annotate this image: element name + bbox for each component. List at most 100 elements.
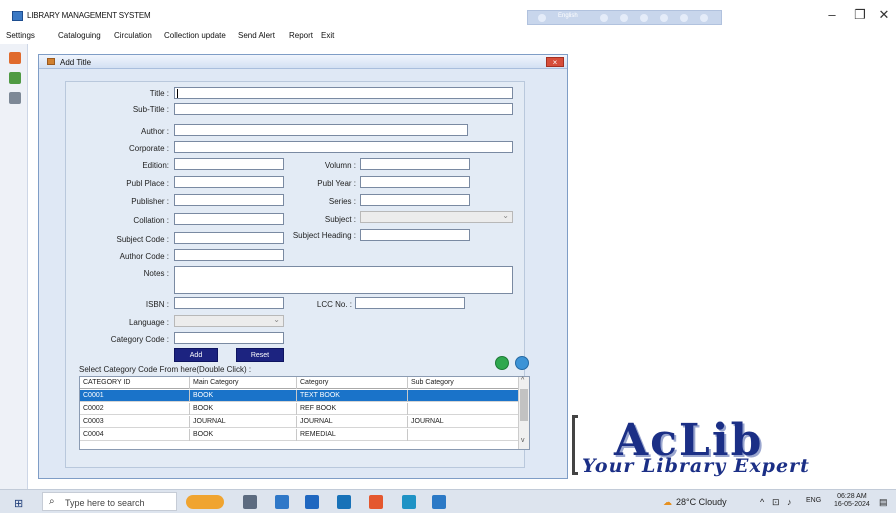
grid-caption: Select Category Code From here(Double Cl… — [79, 365, 252, 374]
language-select[interactable]: ⌄ — [174, 315, 284, 327]
category-grid[interactable]: CATEGORY ID Main Category Category Sub C… — [79, 376, 530, 450]
ime-icon — [660, 14, 668, 22]
add-category-icon[interactable] — [495, 356, 509, 370]
widgets-icon[interactable] — [186, 495, 224, 509]
store-icon[interactable] — [305, 495, 319, 509]
aclib-logo: AcLib Your Library Expert — [572, 415, 896, 489]
volumn-label: Volumn : — [324, 161, 356, 170]
language-bar[interactable]: English — [527, 10, 722, 25]
category-code-input[interactable] — [174, 332, 284, 344]
subtitle-label: Sub-Title : — [132, 105, 169, 114]
language-bar-label: English — [558, 13, 578, 19]
trash-tool-icon[interactable] — [9, 92, 21, 104]
notifications-icon[interactable]: ▤ — [879, 497, 888, 508]
scroll-thumb[interactable] — [520, 389, 528, 421]
library-app-icon[interactable] — [432, 495, 446, 509]
browser-icon[interactable] — [402, 495, 416, 509]
close-button[interactable]: ✕ — [870, 4, 896, 26]
publ-year-input[interactable] — [360, 176, 470, 188]
catalog-tool-icon[interactable] — [9, 52, 21, 64]
menu-send-alert[interactable]: Send Alert — [238, 31, 275, 40]
weather-text[interactable]: 28°C Cloudy — [676, 497, 727, 507]
minimize-button[interactable]: – — [818, 4, 846, 26]
isbn-label: ISBN : — [145, 300, 169, 309]
grid-cell — [408, 429, 519, 441]
subject-heading-label: Subject Heading : — [292, 231, 356, 240]
menu-report[interactable]: Report — [289, 31, 313, 40]
author-code-input[interactable] — [174, 249, 284, 261]
grid-cell: C0003 — [80, 416, 190, 428]
scroll-down-icon[interactable]: v — [521, 437, 525, 444]
grid-column-header[interactable]: CATEGORY ID — [80, 377, 190, 389]
grid-column-header[interactable]: Category — [297, 377, 408, 389]
windows-start-icon[interactable]: ⊞ — [14, 497, 23, 510]
grid-cell: C0001 — [80, 390, 190, 402]
language-icon — [538, 14, 546, 22]
grid-cell: BOOK — [190, 429, 297, 441]
grid-cell — [408, 403, 519, 415]
grid-header: CATEGORY ID Main Category Category Sub C… — [80, 377, 519, 389]
tray-overflow-icon[interactable]: ^ — [760, 497, 764, 507]
publisher-input[interactable] — [174, 194, 284, 206]
grid-scrollbar[interactable]: ^ v — [518, 377, 529, 449]
grid-cell: REF BOOK — [297, 403, 408, 415]
grid-column-header[interactable]: Main Category — [190, 377, 297, 389]
volumn-input[interactable] — [360, 158, 470, 170]
taskbar-search[interactable]: ⌕ Type here to search — [42, 492, 177, 511]
system-clock[interactable]: 06:28 AM 16-05-2024 — [834, 493, 870, 509]
volume-icon[interactable]: ♪ — [787, 497, 792, 507]
menu-collection-update[interactable]: Collection update — [164, 31, 226, 40]
corporate-input[interactable] — [174, 141, 513, 153]
app-icon-1[interactable] — [369, 495, 383, 509]
input-language[interactable]: ENG — [806, 497, 821, 504]
table-row[interactable]: C0002 BOOK REF BOOK — [80, 403, 519, 415]
task-view-icon[interactable] — [243, 495, 257, 509]
series-input[interactable] — [360, 194, 470, 206]
lcc-no-input[interactable] — [355, 297, 465, 309]
chevron-down-icon: ⌄ — [502, 211, 509, 220]
category-code-label: Category Code : — [110, 335, 169, 344]
file-explorer-icon[interactable] — [275, 495, 289, 509]
publ-place-input[interactable] — [174, 176, 284, 188]
language-label: Language : — [128, 318, 169, 327]
add-button[interactable]: Add — [174, 348, 218, 362]
network-icon[interactable]: ⊡ — [772, 497, 780, 508]
menu-cataloguing[interactable]: Cataloguing — [58, 31, 101, 40]
menu-settings[interactable]: Settings — [6, 31, 35, 40]
search-icon: ⌕ — [49, 496, 55, 507]
logo-bracket — [572, 415, 578, 475]
dialog-icon — [47, 58, 55, 65]
dialog-close-button[interactable]: × — [546, 57, 564, 67]
subject-heading-input[interactable] — [360, 229, 470, 241]
author-input[interactable] — [174, 124, 468, 136]
scroll-up-icon[interactable]: ^ — [521, 377, 524, 384]
collation-input[interactable] — [174, 213, 284, 225]
settings-icon — [640, 14, 648, 22]
text-caret — [177, 89, 178, 98]
mail-icon[interactable] — [337, 495, 351, 509]
menu-circulation[interactable]: Circulation — [114, 31, 152, 40]
subject-select[interactable]: ⌄ — [360, 211, 513, 223]
edition-label: Edition: — [142, 161, 169, 170]
pen-icon — [620, 14, 628, 22]
publ-place-label: Publ Place : — [126, 179, 169, 188]
subtitle-input[interactable] — [174, 103, 513, 115]
menu-exit[interactable]: Exit — [321, 31, 334, 40]
edition-input[interactable] — [174, 158, 284, 170]
subject-code-input[interactable] — [174, 232, 284, 244]
notes-textarea[interactable] — [174, 266, 513, 294]
refresh-icon[interactable] — [515, 356, 529, 370]
grid-column-header[interactable]: Sub Category — [408, 377, 519, 389]
grid-cell: C0004 — [80, 429, 190, 441]
circulation-tool-icon[interactable] — [9, 72, 21, 84]
isbn-input[interactable] — [174, 297, 284, 309]
reset-button[interactable]: Reset — [236, 348, 284, 362]
publisher-label: Publisher : — [131, 197, 169, 206]
table-row[interactable]: C0003 JOURNAL JOURNAL JOURNAL — [80, 416, 519, 428]
title-input[interactable] — [174, 87, 513, 99]
grid-cell: TEXT BOOK — [297, 390, 408, 402]
table-row[interactable]: C0001 BOOK TEXT BOOK — [80, 390, 519, 402]
table-row[interactable]: C0004 BOOK REMEDIAL — [80, 429, 519, 441]
dialog-title-bar: Add Title × — [39, 55, 567, 69]
grid-cell: JOURNAL — [190, 416, 297, 428]
